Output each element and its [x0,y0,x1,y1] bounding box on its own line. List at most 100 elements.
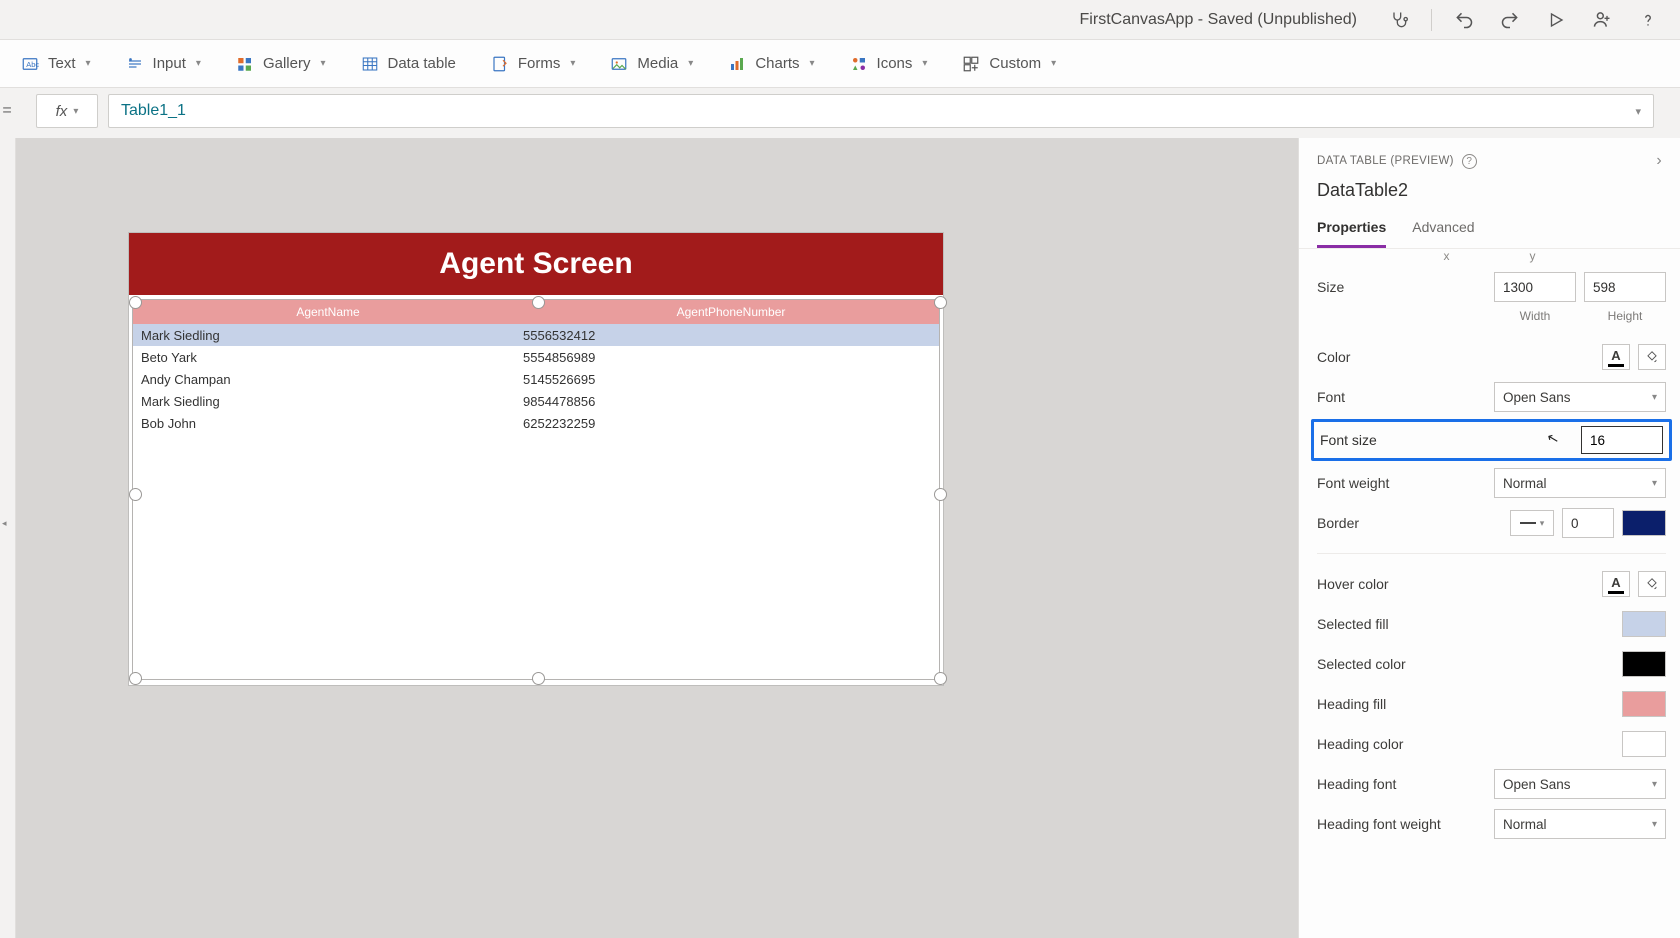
fill-color-button[interactable] [1638,344,1666,370]
help-circle-icon[interactable]: ? [1462,154,1477,169]
table-row[interactable]: Mark Siedling 5556532412 [133,324,939,346]
color-label: Color [1317,349,1602,365]
selected-color-swatch[interactable] [1622,651,1666,677]
cell-phone: 5145526695 [523,368,939,390]
resize-handle[interactable] [934,672,947,685]
chevron-right-icon[interactable]: › [1656,152,1662,170]
ribbon-gallery-label: Gallery [263,55,311,72]
separator [1317,553,1666,554]
canvas[interactable]: Agent Screen AgentName AgentPhoneNumber … [16,138,1298,938]
resize-handle[interactable] [129,296,142,309]
table-row[interactable]: Beto Yark 5554856989 [133,346,939,368]
prop-font: Font Open Sans▾ [1317,377,1666,417]
resize-handle[interactable] [532,672,545,685]
prop-font-size-highlighted: Font size ↖ [1311,419,1672,461]
insert-ribbon: Abc Text▾ Input▾ Gallery▾ Data table For… [0,40,1680,88]
help-icon[interactable] [1634,6,1662,34]
ribbon-gallery[interactable]: Gallery▾ [235,54,326,74]
heading-color-swatch[interactable] [1622,731,1666,757]
properties-header: DATA TABLE (PREVIEW) ? › DataTable2 [1299,138,1680,207]
redo-icon[interactable] [1496,6,1524,34]
cell-name: Bob John [133,412,523,434]
prop-heading-font: Heading font Open Sans▾ [1317,764,1666,804]
svg-text:Abc: Abc [26,60,39,69]
ribbon-input[interactable]: Input▾ [125,54,201,74]
ribbon-charts-label: Charts [755,55,799,72]
resize-handle[interactable] [129,488,142,501]
prop-border: Border ▾ [1317,503,1666,543]
text-icon: Abc [20,54,40,74]
ribbon-charts[interactable]: Charts ▾ [727,54,814,74]
icons-icon [849,54,869,74]
play-icon[interactable] [1542,6,1570,34]
ribbon-text-label: Text [48,55,76,72]
heading-font-select[interactable]: Open Sans▾ [1494,769,1666,799]
ribbon-icons[interactable]: Icons▾ [849,54,928,74]
person-icon[interactable] [1588,6,1616,34]
selected-fill-swatch[interactable] [1622,611,1666,637]
hover-font-color-button[interactable]: A [1602,571,1630,597]
undo-icon[interactable] [1450,6,1478,34]
stethoscope-icon[interactable] [1385,6,1413,34]
width-input[interactable] [1494,272,1576,302]
resize-handle[interactable] [532,296,545,309]
col-header-agentphone[interactable]: AgentPhoneNumber [523,300,939,324]
table-row[interactable]: Mark Siedling 9854478856 [133,390,939,412]
ribbon-forms[interactable]: Forms▾ [490,54,576,74]
fx-button[interactable]: fx▾ [36,94,98,128]
table-row[interactable]: Bob John 6252232259 [133,412,939,434]
size-sublabels: Width Height [1317,309,1666,323]
ribbon-text[interactable]: Abc Text▾ [20,54,91,74]
ribbon-media[interactable]: Media ▾ [609,54,693,74]
ribbon-media-label: Media [637,55,678,72]
font-value: Open Sans [1503,390,1571,405]
table-row[interactable]: Andy Champan 5145526695 [133,368,939,390]
chevron-down-icon: ▾ [196,58,201,69]
border-color-swatch[interactable] [1622,510,1666,536]
prop-heading-font-weight: Heading font weight Normal▾ [1317,804,1666,844]
prop-size: Size [1317,267,1666,307]
headfw-label: Heading font weight [1317,816,1494,832]
heading-fill-swatch[interactable] [1622,691,1666,717]
font-select[interactable]: Open Sans▾ [1494,382,1666,412]
resize-handle[interactable] [934,296,947,309]
height-sublabel: Height [1584,309,1666,323]
tab-properties[interactable]: Properties [1317,219,1386,248]
chevron-down-icon: ▾ [688,58,693,69]
col-header-agentname[interactable]: AgentName [133,300,523,324]
size-label: Size [1317,279,1494,295]
divider [1431,9,1432,31]
ribbon-datatable[interactable]: Data table [360,54,456,74]
border-label: Border [1317,515,1510,531]
formula-value: Table1_1 [121,102,186,120]
ghost-y-label: y [1530,249,1536,263]
fontweight-select[interactable]: Normal▾ [1494,468,1666,498]
border-width-input[interactable] [1562,508,1614,538]
resize-handle[interactable] [129,672,142,685]
font-color-button[interactable]: A [1602,344,1630,370]
chevron-down-icon: ▾ [73,106,78,117]
left-rail-collapsed[interactable] [0,138,16,938]
chevron-down-icon: ▾ [810,58,815,69]
border-style-select[interactable]: ▾ [1510,510,1554,536]
resize-handle[interactable] [934,488,947,501]
selfill-label: Selected fill [1317,616,1622,632]
headfont-value: Open Sans [1503,777,1571,792]
main-area: Agent Screen AgentName AgentPhoneNumber … [0,138,1680,938]
ribbon-custom[interactable]: Custom▾ [961,54,1056,74]
hover-fill-color-button[interactable] [1638,571,1666,597]
datatable-control[interactable]: AgentName AgentPhoneNumber Mark Siedling… [132,299,940,680]
heading-fontweight-select[interactable]: Normal▾ [1494,809,1666,839]
prop-selected-fill: Selected fill [1317,604,1666,644]
cell-name: Andy Champan [133,368,523,390]
datatable-icon [360,54,380,74]
control-name: DataTable2 [1317,180,1662,201]
height-input[interactable] [1584,272,1666,302]
prop-color: Color A [1317,337,1666,377]
fontsize-input[interactable] [1581,426,1663,454]
formula-input[interactable]: Table1_1 ▾ [108,94,1654,128]
input-icon [125,54,145,74]
tab-advanced[interactable]: Advanced [1412,219,1474,248]
custom-icon [961,54,981,74]
prop-heading-color: Heading color [1317,724,1666,764]
